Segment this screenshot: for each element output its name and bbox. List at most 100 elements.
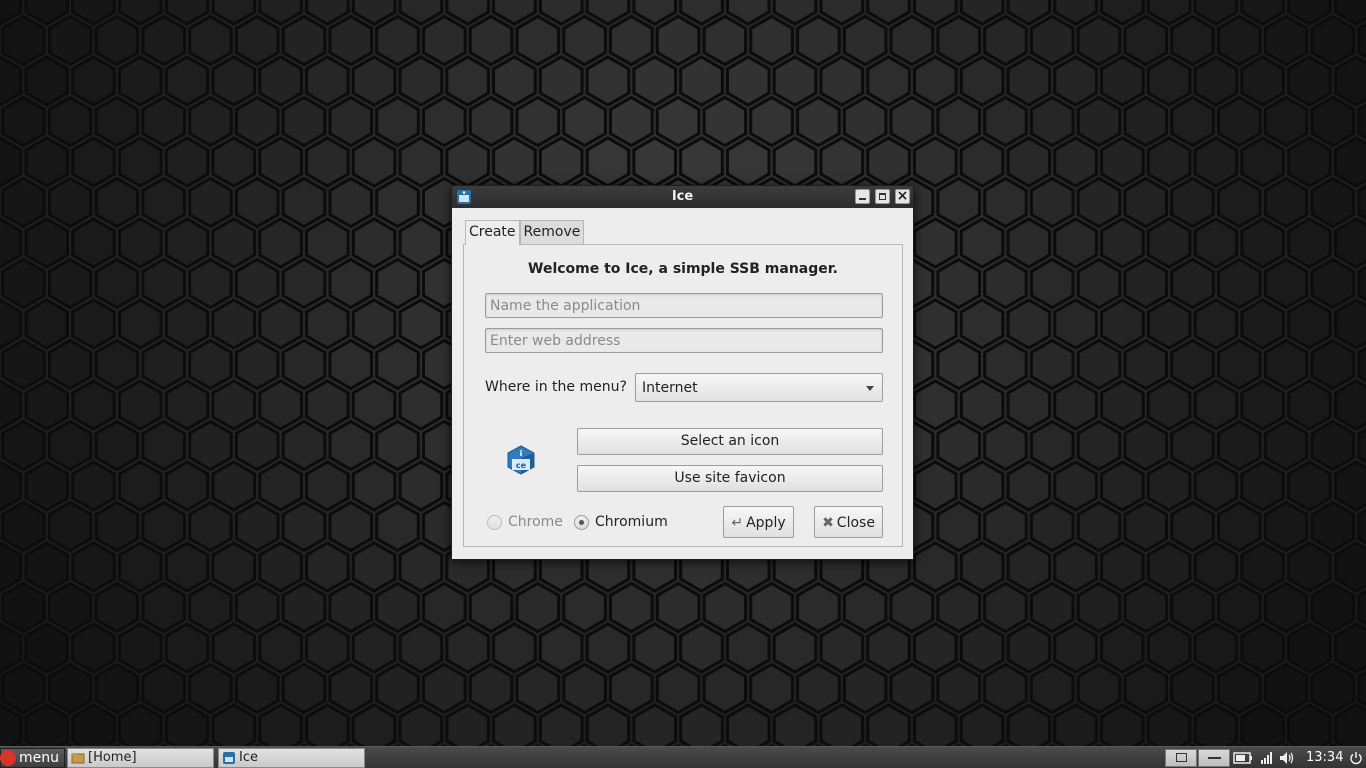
maximize-button[interactable] <box>875 189 890 204</box>
wallpaper-hexagon <box>726 136 771 188</box>
wallpaper-hexagon <box>842 95 888 148</box>
wallpaper-hexagon <box>1240 622 1285 674</box>
minimize-button[interactable] <box>855 189 870 204</box>
wallpaper-hexagon <box>445 622 490 674</box>
svg-text:i: i <box>520 449 523 458</box>
volume-icon[interactable] <box>1279 751 1297 765</box>
wallpaper-hexagon <box>164 298 210 350</box>
wallpaper-hexagon <box>351 136 397 188</box>
tab-create[interactable]: Create <box>465 220 520 245</box>
apply-button[interactable]: ↵ Apply <box>723 506 794 538</box>
menu-category-select[interactable]: Internet <box>635 373 883 402</box>
radio-chrome[interactable] <box>487 514 502 530</box>
window-titlebar[interactable]: Ice × <box>452 186 913 208</box>
use-favicon-button[interactable]: Use site favicon <box>577 465 883 492</box>
wallpaper-hexagon <box>281 14 327 67</box>
workspace-switcher-2[interactable] <box>1198 749 1230 767</box>
wallpaper-hexagon <box>1357 22 1366 59</box>
task-ice[interactable]: Ice <box>218 748 365 768</box>
ice-logo-icon: i ce <box>507 445 535 475</box>
close-x-icon: ✖ <box>822 515 834 531</box>
select-icon-button[interactable]: Select an icon <box>577 428 883 455</box>
wallpaper-hexagon <box>1006 541 1052 593</box>
close-button[interactable]: ✖ Close <box>814 506 883 538</box>
network-icon[interactable] <box>1260 751 1274 765</box>
wallpaper-hexagon <box>1170 176 1215 229</box>
wallpaper-hexagon <box>983 14 1028 67</box>
wallpaper-hexagon <box>24 136 69 188</box>
close-window-button[interactable]: × <box>895 189 910 204</box>
wallpaper-hexagon <box>959 541 1005 593</box>
wallpaper-hexagon <box>1053 622 1098 674</box>
menu-category-value: Internet <box>642 380 698 396</box>
wallpaper-hexagon <box>538 136 584 188</box>
wallpaper-hexagon <box>164 217 210 269</box>
wallpaper-hexagon <box>468 95 514 148</box>
menu-category-label: Where in the menu? <box>485 379 627 395</box>
wallpaper-hexagon <box>188 176 233 229</box>
wallpaper-hexagon <box>1146 136 1192 188</box>
wallpaper-hexagon <box>234 662 280 715</box>
tab-remove[interactable]: Remove <box>519 220 585 244</box>
wallpaper-hexagon <box>1 14 46 67</box>
wallpaper-hexagon <box>375 257 420 310</box>
wallpaper-hexagon <box>375 662 420 715</box>
wallpaper-hexagon <box>1357 103 1366 140</box>
menu-button-label: menu <box>19 750 59 766</box>
wallpaper-hexagon <box>1357 427 1366 464</box>
wallpaper-hexagon <box>141 581 186 634</box>
wallpaper-hexagon <box>24 379 69 431</box>
wallpaper-hexagon <box>422 581 467 634</box>
wallpaper-hexagon <box>983 176 1028 229</box>
wallpaper-hexagon <box>1123 257 1168 310</box>
wallpaper-hexagon <box>47 662 93 715</box>
wallpaper-hexagon <box>211 622 257 674</box>
wallpaper-hexagon <box>398 703 444 746</box>
wallpaper-hexagon <box>1170 14 1215 67</box>
wallpaper-hexagon <box>234 176 280 229</box>
wallpaper-hexagon <box>351 298 397 350</box>
wallpaper-hexagon <box>1310 176 1356 229</box>
wallpaper-hexagon <box>468 581 514 634</box>
wallpaper-hexagon <box>351 460 397 512</box>
wallpaper-hexagon <box>655 662 701 715</box>
wallpaper-hexagon <box>1263 662 1309 715</box>
browser-option-chromium[interactable]: Chromium <box>574 514 668 530</box>
wallpaper-hexagon <box>1217 662 1262 715</box>
wallpaper-hexagon <box>866 622 911 674</box>
radio-chromium[interactable] <box>574 514 589 530</box>
wallpaper-hexagon <box>398 622 444 674</box>
wallpaper-hexagon <box>71 703 116 746</box>
wallpaper-hexagon <box>913 622 958 674</box>
wallpaper-hexagon <box>1240 55 1285 107</box>
wallpaper-hexagon <box>959 379 1005 431</box>
wallpaper-hexagon <box>1006 379 1052 431</box>
wallpaper-hexagon <box>118 136 163 188</box>
wallpaper-hexagon <box>1029 419 1075 472</box>
wallpaper-hexagon <box>71 298 116 350</box>
wallpaper-hexagon <box>468 662 514 715</box>
wallpaper-hexagon <box>351 622 397 674</box>
battery-icon[interactable] <box>1233 751 1253 765</box>
wallpaper-hexagon <box>234 338 280 391</box>
workspace-switcher-1[interactable] <box>1165 749 1197 767</box>
wallpaper-hexagon <box>281 500 327 553</box>
start-menu-button[interactable]: menu <box>0 748 65 768</box>
web-address-input[interactable] <box>485 328 883 353</box>
wallpaper-hexagon <box>492 622 537 674</box>
app-name-input[interactable] <box>485 293 883 318</box>
wallpaper-hexagon <box>1076 176 1122 229</box>
task-home[interactable]: [Home] <box>67 748 214 768</box>
power-icon[interactable] <box>1349 751 1363 765</box>
wallpaper-hexagon <box>562 95 607 148</box>
wallpaper-hexagon <box>1310 338 1356 391</box>
wallpaper-hexagon <box>538 703 584 746</box>
clock[interactable]: 13:34 <box>1306 749 1343 767</box>
wallpaper-hexagon <box>188 338 233 391</box>
browser-option-chrome[interactable]: Chrome <box>487 514 563 530</box>
wallpaper-hexagon <box>164 460 210 512</box>
wallpaper-hexagon <box>94 581 140 634</box>
wallpaper-hexagon <box>118 541 163 593</box>
wallpaper-hexagon <box>1123 581 1168 634</box>
wallpaper-hexagon <box>585 703 631 746</box>
